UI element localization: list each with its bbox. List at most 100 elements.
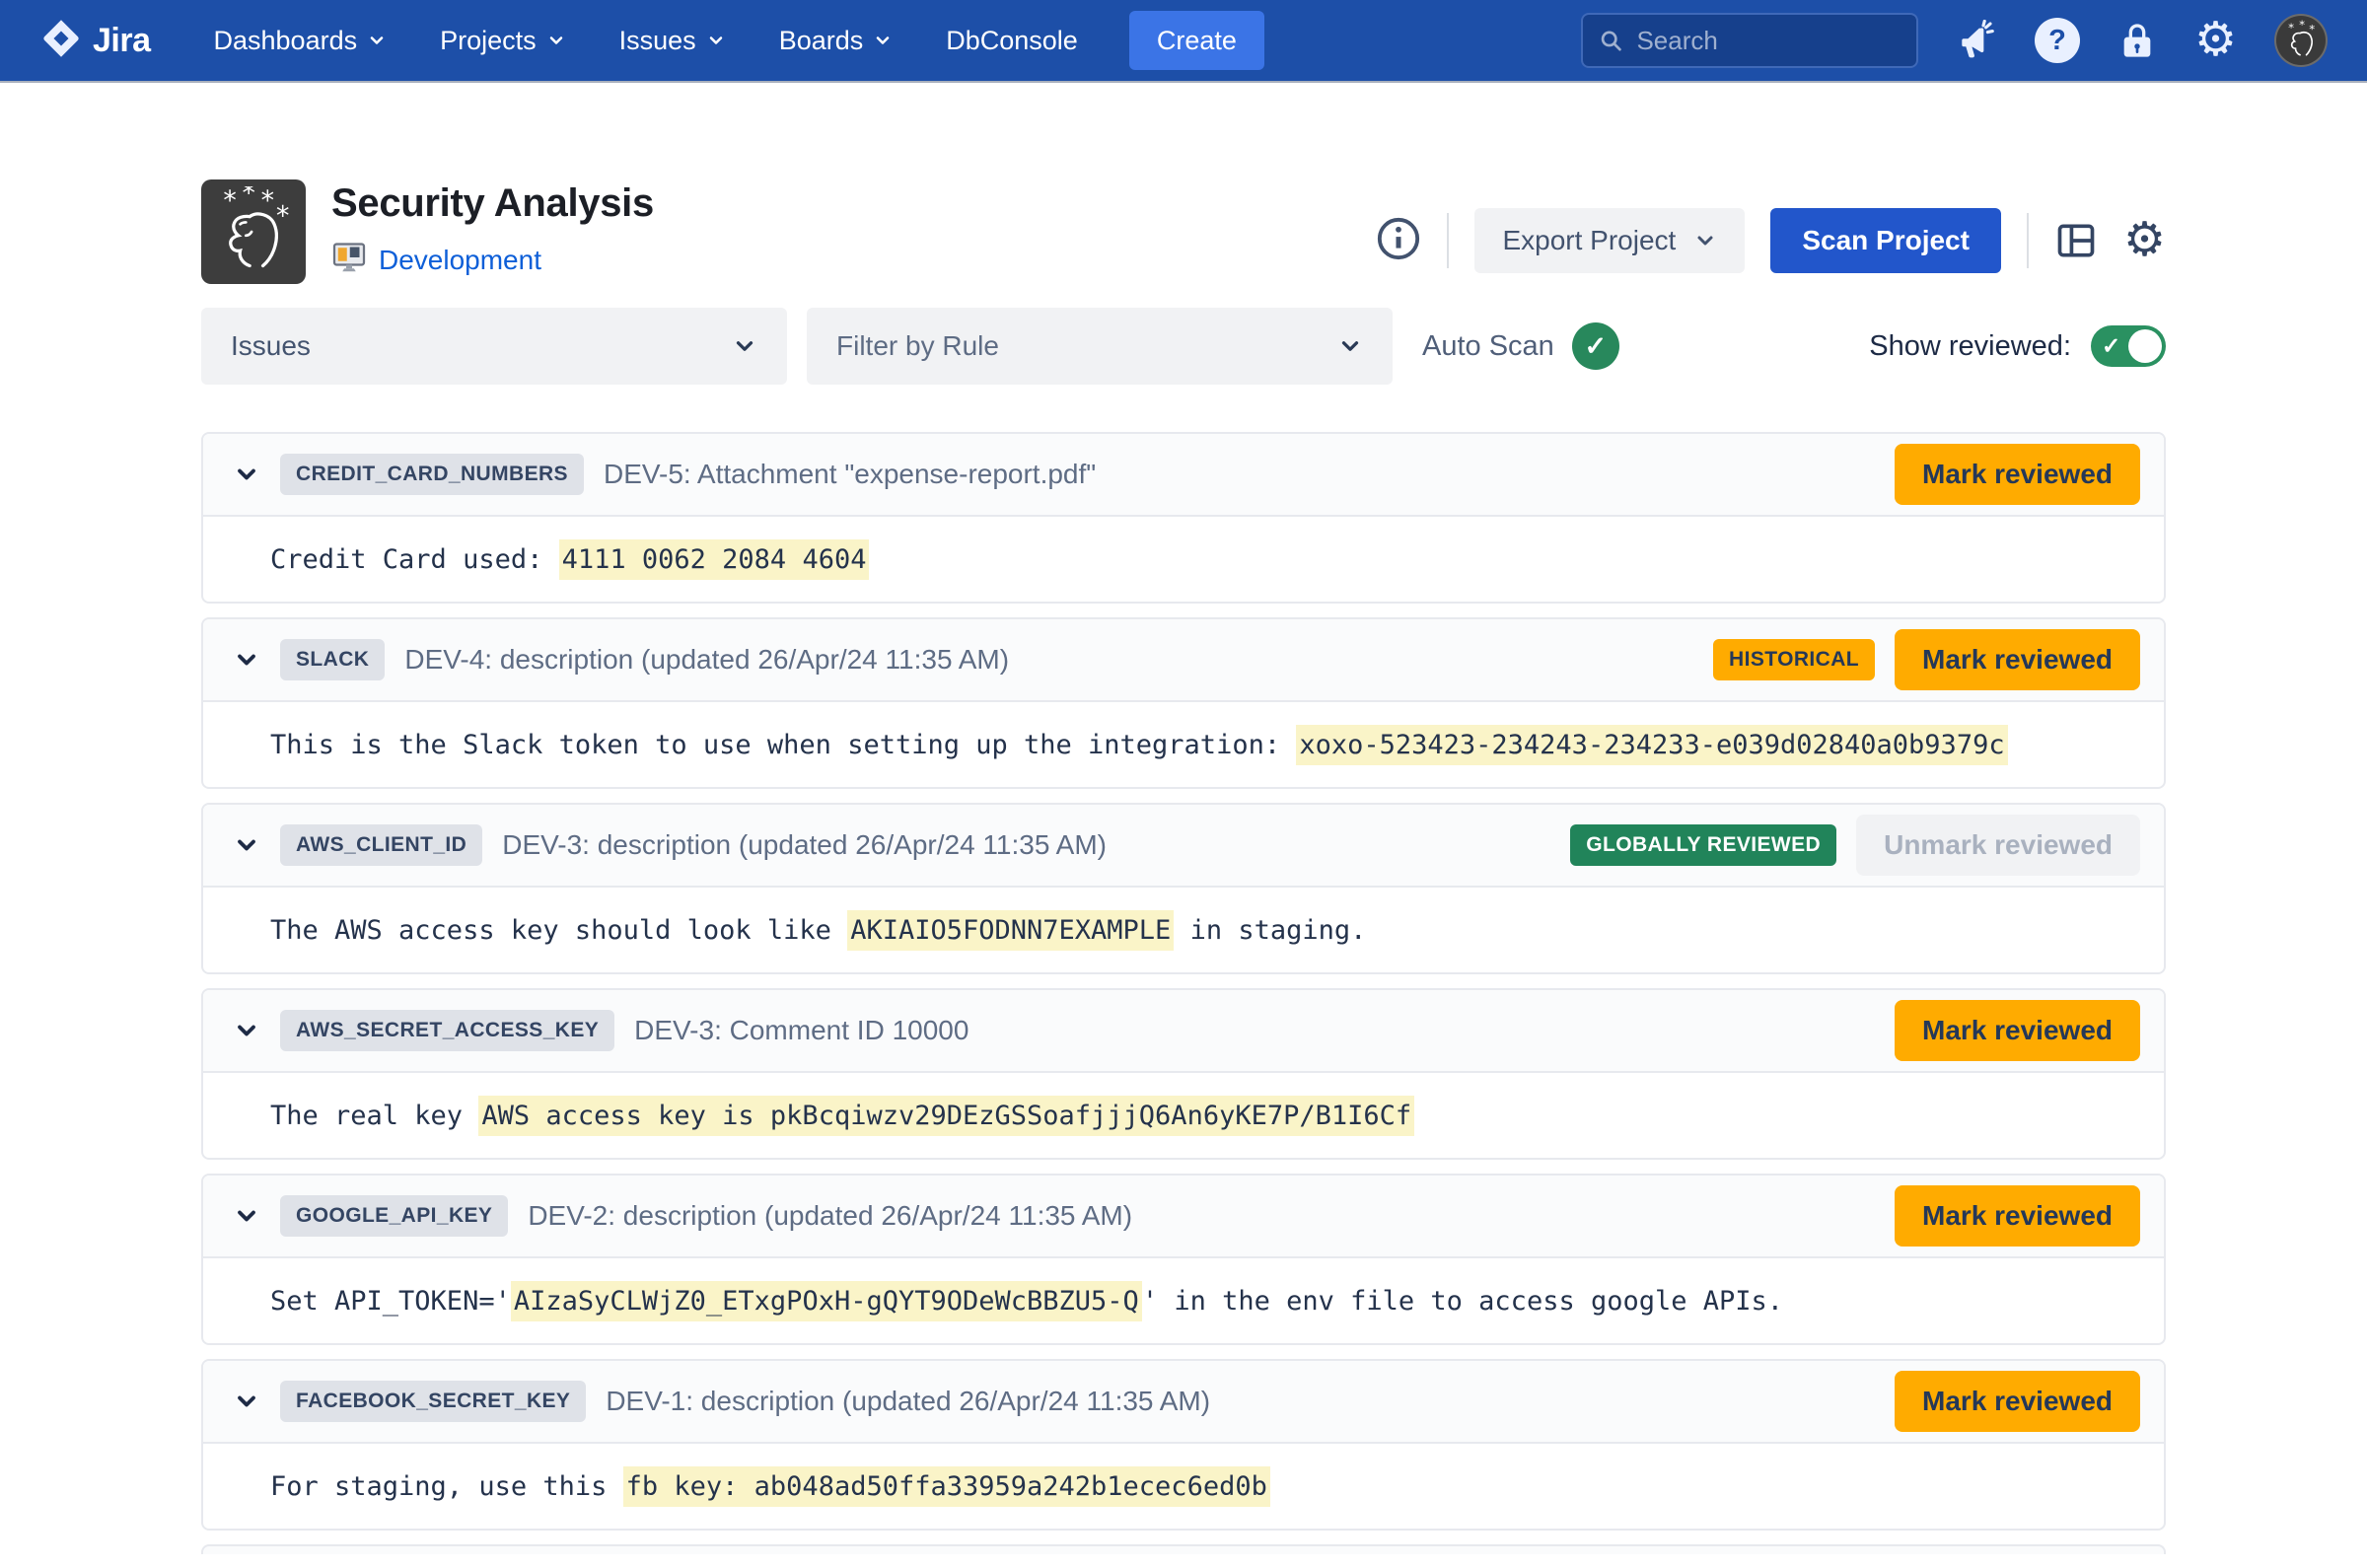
lock-icon[interactable] [2117, 21, 2157, 60]
nav-item-dashboards[interactable]: Dashboards [214, 26, 388, 56]
search-box[interactable] [1581, 13, 1918, 68]
finding-text-suffix: in staging. [1174, 915, 1366, 946]
search-icon [1599, 27, 1622, 54]
rule-badge: FACEBOOK_SECRET_KEY [280, 1381, 586, 1422]
finding-title: DEV-3: Comment ID 10000 [634, 1015, 968, 1046]
filter-by-rule-select[interactable]: Filter by Rule [807, 308, 1393, 385]
finding-title: DEV-1: description (updated 26/Apr/24 11… [606, 1386, 1210, 1417]
svg-text:*: * [243, 186, 255, 208]
finding-body: Credit Card used: 4111 0062 2084 4604 [203, 517, 2164, 602]
settings-gear-icon[interactable]: ⚙ [2194, 17, 2237, 64]
collapse-chevron-button[interactable] [233, 1388, 260, 1415]
finding-text-prefix: For staging, use this [270, 1471, 623, 1502]
finding-body: The real key AWS access key is pkBcqiwzv… [203, 1073, 2164, 1158]
search-input[interactable] [1636, 26, 1901, 56]
secret-highlight: 4111 0062 2084 4604 [559, 539, 870, 580]
finding-header: GOOGLE_API_KEY DEV-2: description (updat… [203, 1176, 2164, 1258]
nav-item-dbconsole[interactable]: DbConsole [946, 26, 1078, 56]
chevron-down-icon [233, 1388, 260, 1415]
info-icon[interactable] [1376, 216, 1421, 266]
review-action-button[interactable]: Mark reviewed [1895, 1000, 2140, 1061]
chevron-down-icon [732, 333, 757, 359]
secret-highlight: AKIAIO5FODNN7EXAMPLE [847, 910, 1174, 951]
show-reviewed-toggle[interactable]: ✓ [2091, 325, 2166, 367]
gear-icon: ⚙ [2123, 217, 2166, 264]
collapse-chevron-button[interactable] [233, 831, 260, 859]
finding-card: CREDIT_CARD_NUMBERS DEV-5: Attachment "e… [201, 432, 2166, 604]
chevron-down-icon [233, 831, 260, 859]
svg-text:*: * [276, 200, 289, 231]
collapse-chevron-button[interactable] [233, 1017, 260, 1044]
finding-text-prefix: Credit Card used: [270, 544, 559, 575]
finding-card-partial [201, 1544, 2166, 1554]
finding-title: DEV-5: Attachment "expense-report.pdf" [604, 459, 1096, 490]
review-action-button[interactable]: Mark reviewed [1895, 629, 2140, 690]
finding-card: SLACK DEV-4: description (updated 26/Apr… [201, 617, 2166, 789]
finding-text-prefix: The real key [270, 1101, 478, 1131]
review-action-button[interactable]: Mark reviewed [1895, 1371, 2140, 1432]
top-navigation: Jira Dashboards Projects Issues Boards D… [0, 0, 2367, 81]
title-block: Security Analysis Development [331, 179, 654, 284]
page-settings-button[interactable]: ⚙ [2123, 217, 2166, 264]
rule-badge: SLACK [280, 639, 385, 680]
chevron-down-icon [233, 1202, 260, 1230]
layout-panel-button[interactable] [2054, 219, 2098, 262]
status-badge: GLOBALLY REVIEWED [1570, 824, 1836, 866]
brand-name: Jira [93, 22, 151, 60]
check-circle-icon: ✓ [1572, 322, 1619, 370]
review-action-button[interactable]: Mark reviewed [1895, 444, 2140, 505]
collapse-chevron-button[interactable] [233, 461, 260, 488]
create-button[interactable]: Create [1129, 11, 1264, 70]
svg-text:*: * [261, 186, 274, 216]
finding-body: This is the Slack token to use when sett… [203, 702, 2164, 787]
collapse-chevron-button[interactable] [233, 646, 260, 674]
secret-highlight: fb key: ab048ad50ffa33959a242b1ecec6ed0b [623, 1466, 1270, 1507]
findings-list: CREDIT_CARD_NUMBERS DEV-5: Attachment "e… [201, 432, 2166, 1554]
secret-highlight: AIzaSyCLWjZ0_ETxgPOxH-gQYT9ODeWcBBZU5-Q [511, 1281, 1142, 1321]
finding-body: The AWS access key should look like AKIA… [203, 888, 2164, 972]
status-badge: HISTORICAL [1713, 639, 1875, 680]
page-header: * * * * Security Analysis [201, 179, 2166, 284]
chevron-down-icon [873, 31, 893, 50]
issues-select[interactable]: Issues [201, 308, 787, 385]
rule-badge: AWS_CLIENT_ID [280, 824, 482, 866]
help-icon[interactable]: ? [2035, 18, 2080, 63]
finding-title: DEV-2: description (updated 26/Apr/24 11… [528, 1200, 1132, 1232]
svg-text:*: * [2299, 19, 2305, 32]
svg-text:*: * [2309, 23, 2315, 36]
finding-header: SLACK DEV-4: description (updated 26/Apr… [203, 619, 2164, 702]
finding-card: FACEBOOK_SECRET_KEY DEV-1: description (… [201, 1359, 2166, 1531]
finding-header: AWS_CLIENT_ID DEV-3: description (update… [203, 805, 2164, 888]
header-actions: Export Project Scan Project ⚙ [1376, 197, 2166, 284]
layout-panel-icon [2054, 219, 2098, 262]
chevron-down-icon [367, 31, 387, 50]
scan-project-button[interactable]: Scan Project [1770, 208, 2001, 273]
svg-text:*: * [223, 186, 236, 216]
finding-header: CREDIT_CARD_NUMBERS DEV-5: Attachment "e… [203, 434, 2164, 517]
nav-item-projects[interactable]: Projects [440, 26, 566, 56]
finding-card: GOOGLE_API_KEY DEV-2: description (updat… [201, 1174, 2166, 1345]
nav-item-boards[interactable]: Boards [779, 26, 894, 56]
monitor-icon [331, 240, 367, 280]
review-action-button: Unmark reviewed [1856, 815, 2140, 876]
project-link[interactable]: Development [379, 245, 541, 276]
export-project-button[interactable]: Export Project [1474, 208, 1745, 273]
rule-badge: CREDIT_CARD_NUMBERS [280, 454, 584, 495]
chevron-down-icon [1693, 229, 1717, 252]
page-title: Security Analysis [331, 181, 654, 226]
jira-logo[interactable]: Jira [39, 17, 151, 65]
nav-item-issues[interactable]: Issues [619, 26, 726, 56]
megaphone-icon[interactable] [1956, 20, 1997, 61]
collapse-chevron-button[interactable] [233, 1202, 260, 1230]
secret-highlight: xoxo-523423-234243-234233-e039d02840a0b9… [1296, 725, 2007, 765]
finding-text-suffix: ' in the env file to access google APIs. [1142, 1286, 1783, 1317]
main-content: * * * * Security Analysis [201, 179, 2166, 1554]
auto-scan-status: Auto Scan ✓ [1422, 322, 1619, 370]
rule-badge: AWS_SECRET_ACCESS_KEY [280, 1010, 614, 1051]
finding-body: Set API_TOKEN='AIzaSyCLWjZ0_ETxgPOxH-gQY… [203, 1258, 2164, 1343]
chevron-down-icon [1337, 333, 1363, 359]
user-avatar[interactable]: * * * [2274, 14, 2328, 67]
divider [2027, 213, 2029, 268]
review-action-button[interactable]: Mark reviewed [1895, 1185, 2140, 1247]
finding-title: DEV-4: description (updated 26/Apr/24 11… [404, 644, 1009, 676]
